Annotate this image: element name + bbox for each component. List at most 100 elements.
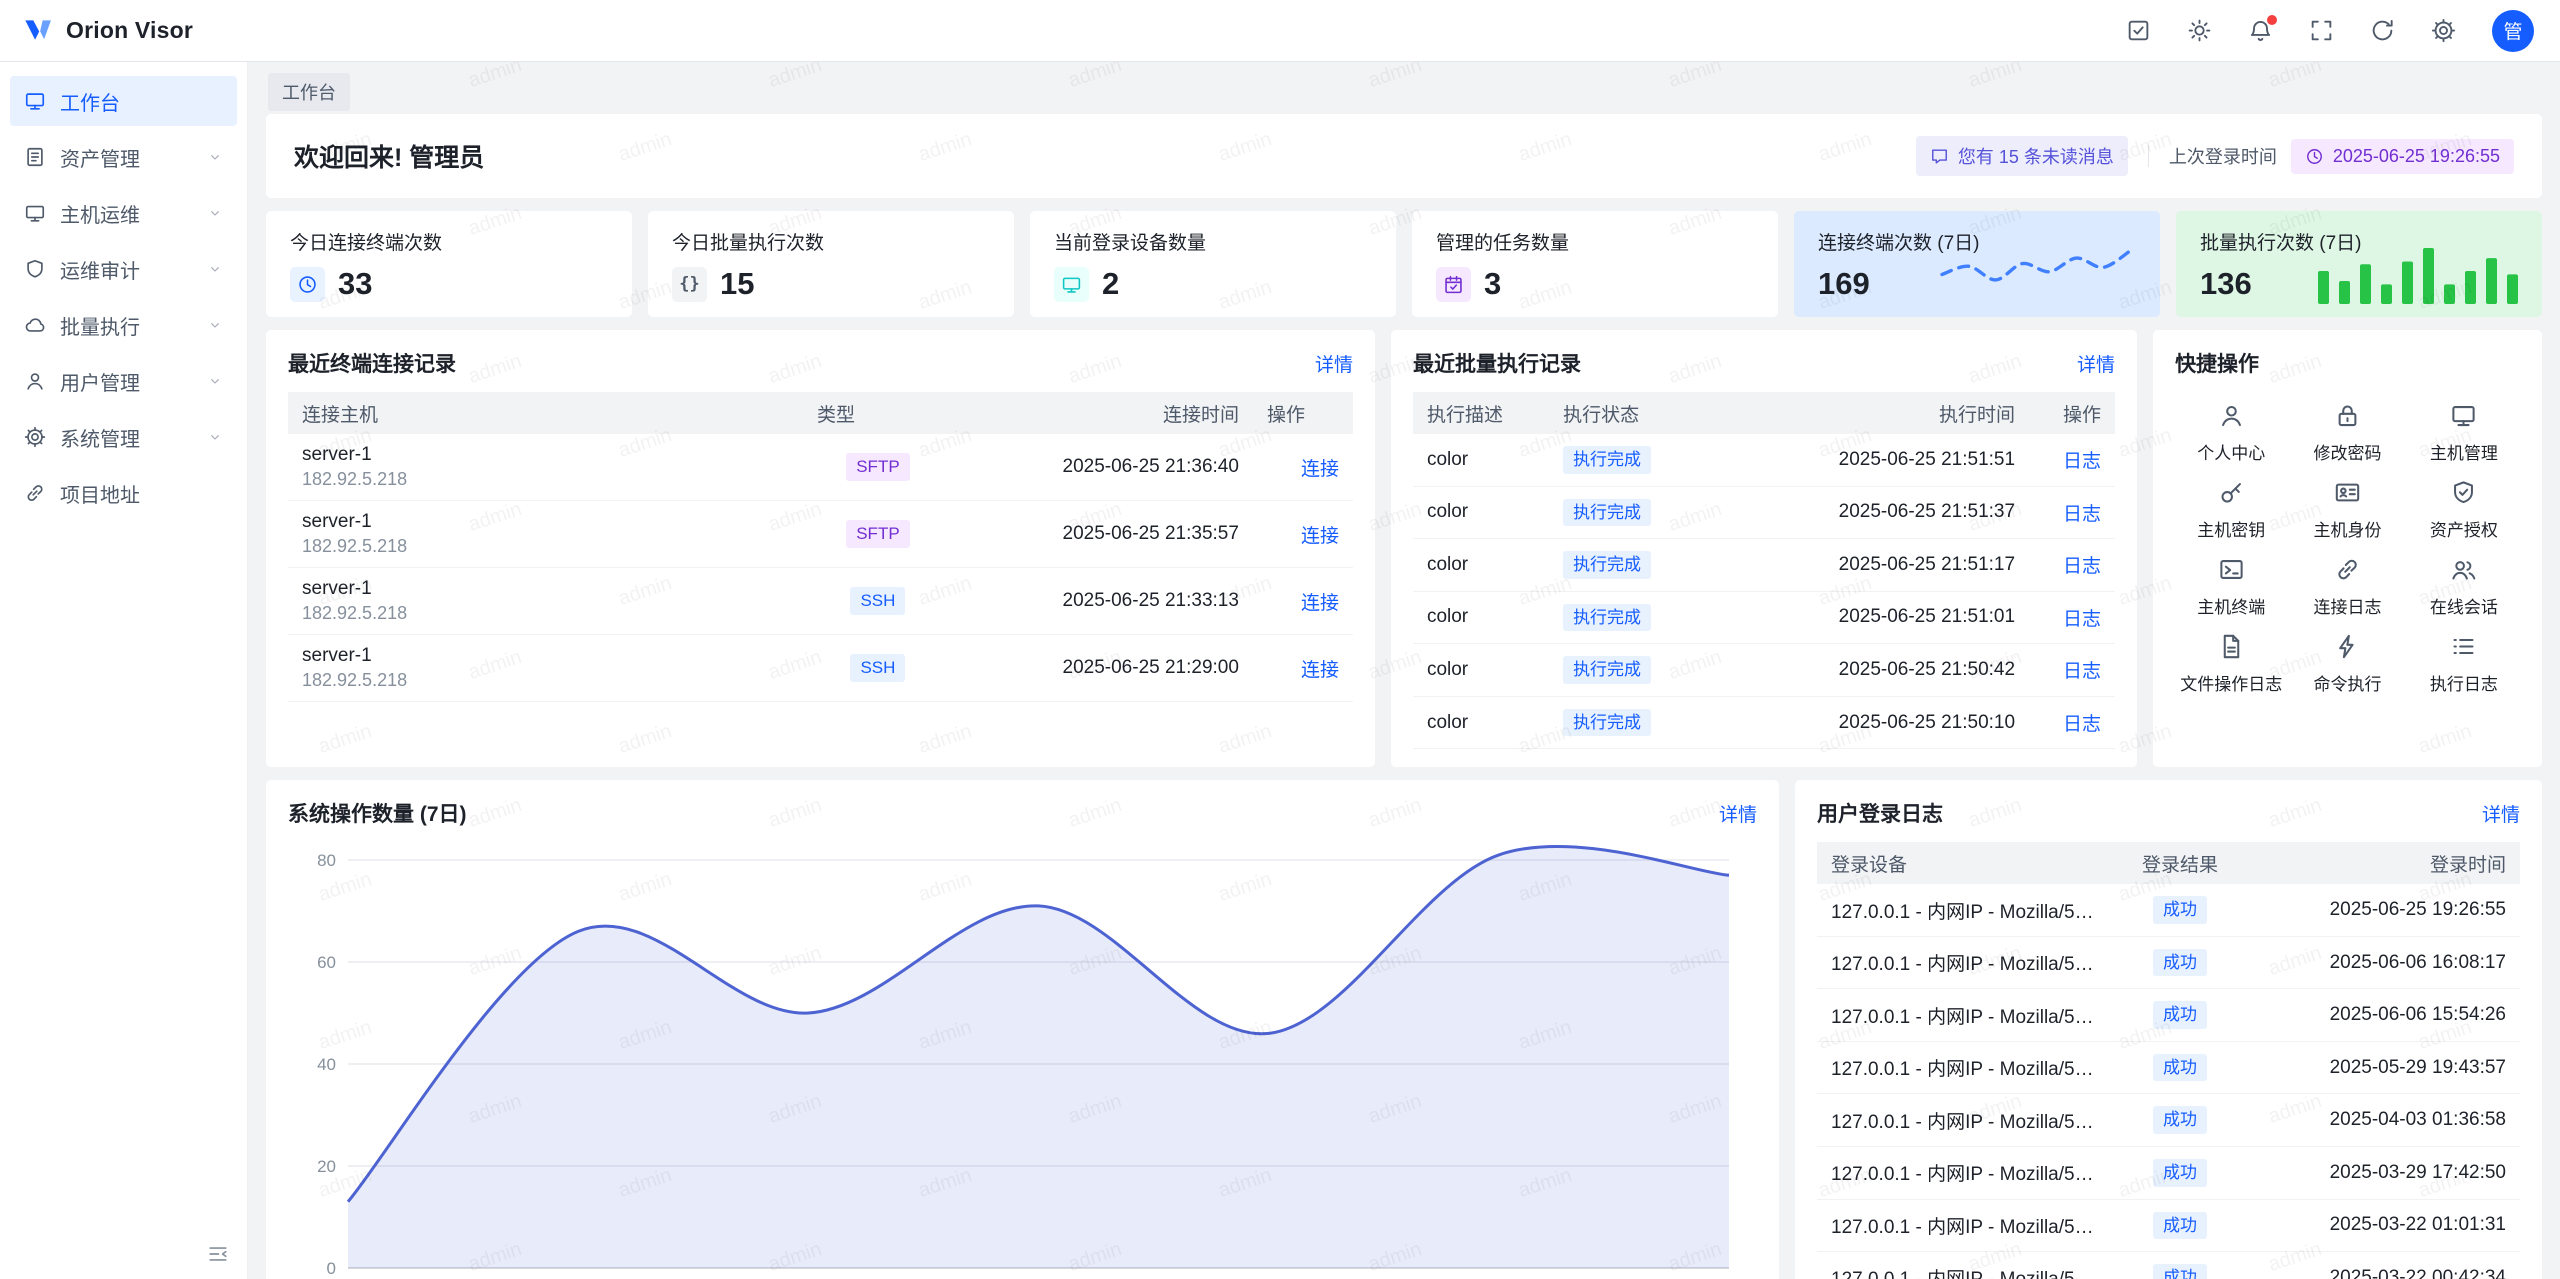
- sidebar-item-host-ops[interactable]: 主机运维: [10, 188, 237, 238]
- exec-time: 2025-06-25 21:51:01: [1739, 591, 2029, 644]
- log-link[interactable]: 日志: [2063, 609, 2101, 630]
- batch-trend-sparkbars: [2318, 241, 2518, 307]
- quick-action-label: 资产授权: [2430, 516, 2498, 541]
- sidebar-item-project[interactable]: 项目地址: [10, 468, 237, 518]
- key-icon: [2218, 479, 2245, 506]
- login-logs-detail-link[interactable]: 详情: [2482, 800, 2520, 827]
- quick-action-host-identity[interactable]: 主机身份: [2291, 479, 2403, 541]
- refresh-icon[interactable]: [2370, 18, 2395, 43]
- settings-gear-icon[interactable]: [2431, 18, 2456, 43]
- login-time: 2025-06-06 16:08:17: [2250, 936, 2520, 989]
- quick-action-command-exec[interactable]: 命令执行: [2291, 633, 2403, 695]
- monitor-icon: [2450, 402, 2477, 429]
- exec-description: color: [1413, 486, 1549, 539]
- main-content: 工作台 欢迎回来! 管理员 您有 15 条未读消息 上次登录时间 2025-06…: [248, 62, 2560, 1279]
- host-name: server-1: [302, 511, 789, 533]
- quick-action-exec-log[interactable]: 执行日志: [2408, 633, 2520, 695]
- theme-light-icon[interactable]: [2187, 18, 2212, 43]
- login-time: 2025-03-29 17:42:50: [2250, 1147, 2520, 1200]
- stat-card-value: 3: [1484, 266, 1501, 302]
- sidebar-item-audit[interactable]: 运维审计: [10, 244, 237, 294]
- batch-records-detail-link[interactable]: 详情: [2077, 350, 2115, 377]
- batch-records-title: 最近批量执行记录: [1413, 348, 1581, 378]
- stat-task-calendar-icon: [1436, 267, 1471, 302]
- login-device: 127.0.0.1 - 内网IP - Mozilla/5.0 (Windows …: [1817, 1252, 2110, 1279]
- quick-action-personal-center[interactable]: 个人中心: [2175, 402, 2287, 464]
- sidebar-item-batch-exec[interactable]: 批量执行: [10, 300, 237, 350]
- host-name: server-1: [302, 444, 789, 466]
- log-link[interactable]: 日志: [2063, 714, 2101, 735]
- system-chart-title: 系统操作数量 (7日): [288, 798, 467, 828]
- quick-action-online-session[interactable]: 在线会话: [2408, 556, 2520, 618]
- log-link[interactable]: 日志: [2063, 504, 2101, 525]
- audit-shield-icon: [24, 258, 46, 280]
- menu-fold-icon[interactable]: [207, 1243, 229, 1265]
- quick-action-change-password[interactable]: 修改密码: [2291, 402, 2403, 464]
- column-header: 连接时间: [953, 392, 1253, 434]
- protocol-tag: SSH: [850, 587, 905, 615]
- chevron-down-icon: [207, 429, 223, 445]
- quick-action-host-terminal[interactable]: 主机终端: [2175, 556, 2287, 618]
- stat-card-3: 当前登录设备数量2: [1030, 211, 1396, 317]
- stat-card-label: 管理的任务数量: [1436, 228, 1754, 255]
- exec-status-badge: 执行完成: [1563, 551, 1651, 579]
- sidebar-item-workbench[interactable]: 工作台: [10, 76, 237, 126]
- users-icon: [2450, 556, 2477, 583]
- table-row: 127.0.0.1 - 内网IP - Mozilla/5.0 (Windows …: [1817, 884, 2520, 936]
- system-chart-detail-link[interactable]: 详情: [1719, 800, 1757, 827]
- log-link[interactable]: 日志: [2063, 556, 2101, 577]
- table-row: 127.0.0.1 - 内网IP - Mozilla/5.0 (Windows …: [1817, 1041, 2520, 1094]
- chevron-down-icon: [207, 317, 223, 333]
- host-ip: 182.92.5.218: [302, 536, 789, 557]
- stat-device-monitor-icon: [1054, 267, 1089, 302]
- welcome-title: 欢迎回来! 管理员: [294, 138, 484, 174]
- fullscreen-icon[interactable]: [2309, 18, 2334, 43]
- quick-action-host-key[interactable]: 主机密钥: [2175, 479, 2287, 541]
- login-logs-title: 用户登录日志: [1817, 798, 1943, 828]
- connect-link[interactable]: 连接: [1301, 593, 1339, 614]
- unread-messages-badge[interactable]: 您有 15 条未读消息: [1916, 136, 2128, 176]
- sidebar-item-system[interactable]: 系统管理: [10, 412, 237, 462]
- trend-card-value: 136: [2200, 266, 2252, 302]
- host-monitor-icon: [24, 202, 46, 224]
- exec-time: 2025-06-25 21:51:51: [1739, 434, 2029, 486]
- todo-check-icon[interactable]: [2126, 18, 2151, 43]
- divider: [2148, 145, 2149, 167]
- quick-action-label: 在线会话: [2430, 593, 2498, 618]
- quick-actions-title: 快捷操作: [2175, 348, 2259, 378]
- login-time: 2025-04-03 01:36:58: [2250, 1094, 2520, 1147]
- exec-description: color: [1413, 539, 1549, 592]
- quick-action-host-manage[interactable]: 主机管理: [2408, 402, 2520, 464]
- sidebar-item-assets[interactable]: 资产管理: [10, 132, 237, 182]
- chevron-down-icon: [207, 149, 223, 165]
- column-header: 操作: [2029, 392, 2115, 434]
- log-link[interactable]: 日志: [2063, 661, 2101, 682]
- host-ip: 182.92.5.218: [302, 469, 789, 490]
- connect-link[interactable]: 连接: [1301, 660, 1339, 681]
- exec-description: color: [1413, 591, 1549, 644]
- exec-description: color: [1413, 644, 1549, 697]
- notification-bell-icon[interactable]: [2248, 18, 2273, 43]
- terminal-trend-sparkline: [1936, 241, 2136, 307]
- topbar-actions: 管: [2126, 10, 2534, 52]
- sidebar-item-users[interactable]: 用户管理: [10, 356, 237, 406]
- log-link[interactable]: 日志: [2063, 451, 2101, 472]
- login-result-badge: 成功: [2153, 1159, 2207, 1187]
- quick-action-file-op-log[interactable]: 文件操作日志: [2175, 633, 2287, 695]
- batch-records-table: 执行描述 执行状态 执行时间 操作 color执行完成2025-06-25 21…: [1413, 392, 2115, 749]
- quick-action-connect-log[interactable]: 连接日志: [2291, 556, 2403, 618]
- quick-action-asset-grant[interactable]: 资产授权: [2408, 479, 2520, 541]
- stat-card-value: 2: [1102, 266, 1119, 302]
- svg-text:80: 80: [317, 851, 336, 870]
- app-title: Orion Visor: [66, 17, 193, 44]
- breadcrumb-item-workbench[interactable]: 工作台: [268, 73, 350, 111]
- terminal-records-detail-link[interactable]: 详情: [1315, 350, 1353, 377]
- user-avatar[interactable]: 管: [2492, 10, 2534, 52]
- terminal-records-title: 最近终端连接记录: [288, 348, 456, 378]
- connect-link[interactable]: 连接: [1301, 526, 1339, 547]
- connect-link[interactable]: 连接: [1301, 459, 1339, 480]
- login-result-badge: 成功: [2153, 1001, 2207, 1029]
- stat-card-value: 33: [338, 266, 372, 302]
- exec-status-badge: 执行完成: [1563, 604, 1651, 632]
- sidebar-item-label: 系统管理: [60, 423, 140, 452]
